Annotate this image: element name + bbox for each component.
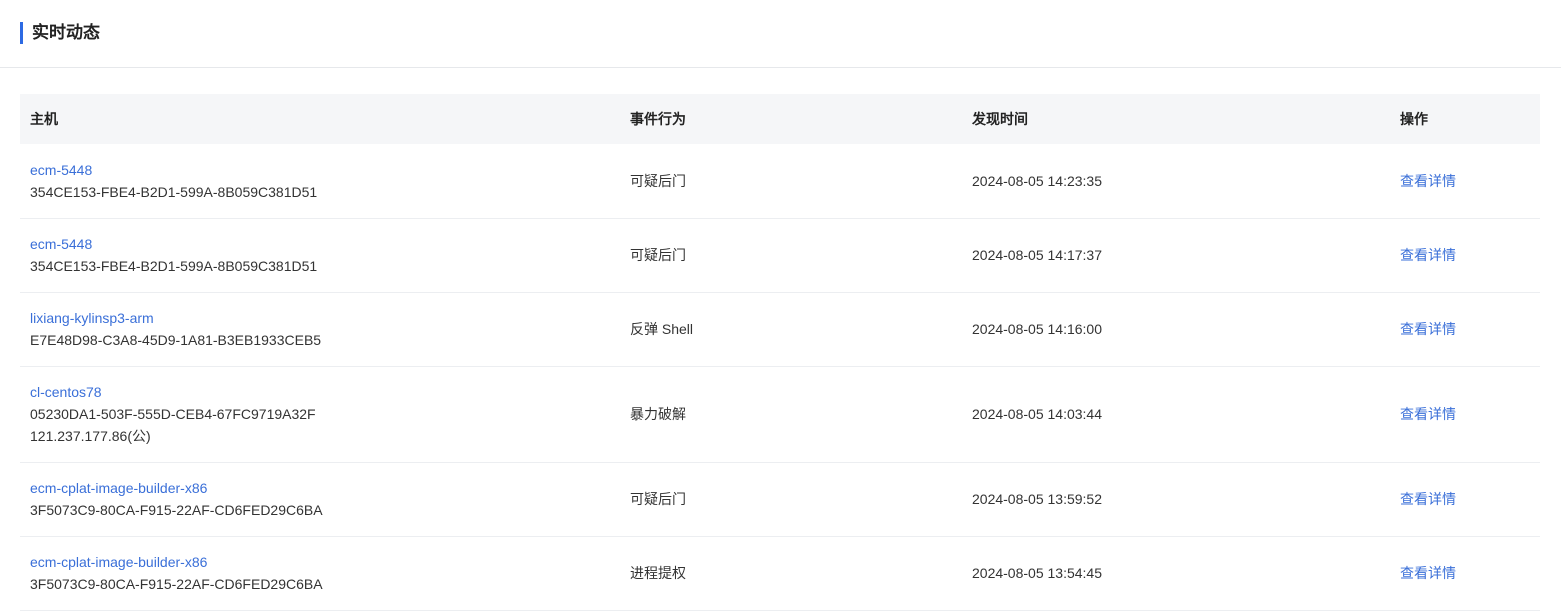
table-header: 主机 事件行为 发现时间 操作 <box>20 94 1540 144</box>
host-cell: ecm-5448 354CE153-FBE4-B2D1-599A-8B059C3… <box>20 144 620 219</box>
host-name-link[interactable]: cl-centos78 <box>30 381 610 403</box>
column-header-event: 事件行为 <box>630 111 686 127</box>
column-header-action: 操作 <box>1400 111 1428 127</box>
host-id: 3F5073C9-80CA-F915-22AF-CD6FED29C6BA <box>30 502 323 518</box>
view-details-link[interactable]: 查看详情 <box>1400 491 1456 507</box>
table-row: cl-centos78 05230DA1-503F-555D-CEB4-67FC… <box>20 366 1540 463</box>
host-cell: ecm-cplat-image-builder-x86 3F5073C9-80C… <box>20 462 620 537</box>
view-details-link[interactable]: 查看详情 <box>1400 565 1456 581</box>
event-cell: 可疑后门 <box>620 462 962 537</box>
table-row: ecm-cplat-image-builder-x86 3F5073C9-80C… <box>20 462 1540 537</box>
host-cell: cl-centos78 05230DA1-503F-555D-CEB4-67FC… <box>20 366 620 463</box>
table-header-row: 主机 事件行为 发现时间 操作 <box>20 94 1540 144</box>
time-cell: 2024-08-05 14:23:35 <box>962 144 1390 219</box>
host-id: 354CE153-FBE4-B2D1-599A-8B059C381D51 <box>30 258 318 274</box>
host-name-link[interactable]: ecm-cplat-image-builder-x86 <box>30 477 610 499</box>
section-header: 实时动态 <box>0 0 1561 68</box>
host-name-link[interactable]: lixiang-kylinsp3-arm <box>30 307 610 329</box>
action-cell: 查看详情 <box>1390 462 1540 537</box>
table-row: ecm-5448 354CE153-FBE4-B2D1-599A-8B059C3… <box>20 218 1540 293</box>
time-cell: 2024-08-05 14:16:00 <box>962 292 1390 367</box>
view-details-link[interactable]: 查看详情 <box>1400 173 1456 189</box>
section-title: 实时动态 <box>32 23 100 42</box>
host-name-link[interactable]: ecm-5448 <box>30 233 610 255</box>
view-details-link[interactable]: 查看详情 <box>1400 321 1456 337</box>
host-id: 354CE153-FBE4-B2D1-599A-8B059C381D51 <box>30 183 318 200</box>
view-details-link[interactable]: 查看详情 <box>1400 247 1456 263</box>
table-row: ecm-cplat-image-builder-x86 3F5073C9-80C… <box>20 536 1540 611</box>
event-cell: 反弹 Shell <box>620 292 962 367</box>
action-cell: 查看详情 <box>1390 292 1540 367</box>
host-cell: ecm-cplat-image-builder-x86 3F5073C9-80C… <box>20 536 620 611</box>
host-name-link[interactable]: ecm-5448 <box>30 159 610 181</box>
table-row: lixiang-kylinsp3-arm E7E48D98-C3A8-45D9-… <box>20 292 1540 367</box>
time-cell: 2024-08-05 14:17:37 <box>962 218 1390 293</box>
event-cell: 可疑后门 <box>620 144 962 219</box>
realtime-activity-page: 实时动态 主机 事件行为 发现时间 操作 ecm-5448 354CE153-F… <box>0 0 1561 611</box>
action-cell: 查看详情 <box>1390 144 1540 219</box>
events-table: 主机 事件行为 发现时间 操作 ecm-5448 354CE153-FBE4-B… <box>20 94 1540 611</box>
column-header-time: 发现时间 <box>972 111 1028 127</box>
time-cell: 2024-08-05 13:59:52 <box>962 462 1390 537</box>
table-row: ecm-5448 354CE153-FBE4-B2D1-599A-8B059C3… <box>20 144 1540 219</box>
time-cell: 2024-08-05 14:03:44 <box>962 366 1390 463</box>
column-header-host: 主机 <box>30 111 58 127</box>
host-name-link[interactable]: ecm-cplat-image-builder-x86 <box>30 551 610 573</box>
host-cell: ecm-5448 354CE153-FBE4-B2D1-599A-8B059C3… <box>20 218 620 293</box>
time-cell: 2024-08-05 13:54:45 <box>962 536 1390 611</box>
event-cell: 可疑后门 <box>620 218 962 293</box>
host-id: 05230DA1-503F-555D-CEB4-67FC9719A32F <box>30 406 316 422</box>
action-cell: 查看详情 <box>1390 536 1540 611</box>
action-cell: 查看详情 <box>1390 218 1540 293</box>
host-id: 3F5073C9-80CA-F915-22AF-CD6FED29C6BA <box>30 576 323 592</box>
title-accent-bar <box>20 22 23 44</box>
events-table-wrapper: 主机 事件行为 发现时间 操作 ecm-5448 354CE153-FBE4-B… <box>20 94 1540 611</box>
table-body: ecm-5448 354CE153-FBE4-B2D1-599A-8B059C3… <box>20 144 1540 611</box>
event-cell: 暴力破解 <box>620 366 962 463</box>
host-id: E7E48D98-C3A8-45D9-1A81-B3EB1933CEB5 <box>30 332 322 348</box>
host-cell: lixiang-kylinsp3-arm E7E48D98-C3A8-45D9-… <box>20 292 620 367</box>
action-cell: 查看详情 <box>1390 366 1540 463</box>
view-details-link[interactable]: 查看详情 <box>1400 406 1456 422</box>
host-ip: 121.237.177.86(公) <box>30 428 151 444</box>
event-cell: 进程提权 <box>620 536 962 611</box>
